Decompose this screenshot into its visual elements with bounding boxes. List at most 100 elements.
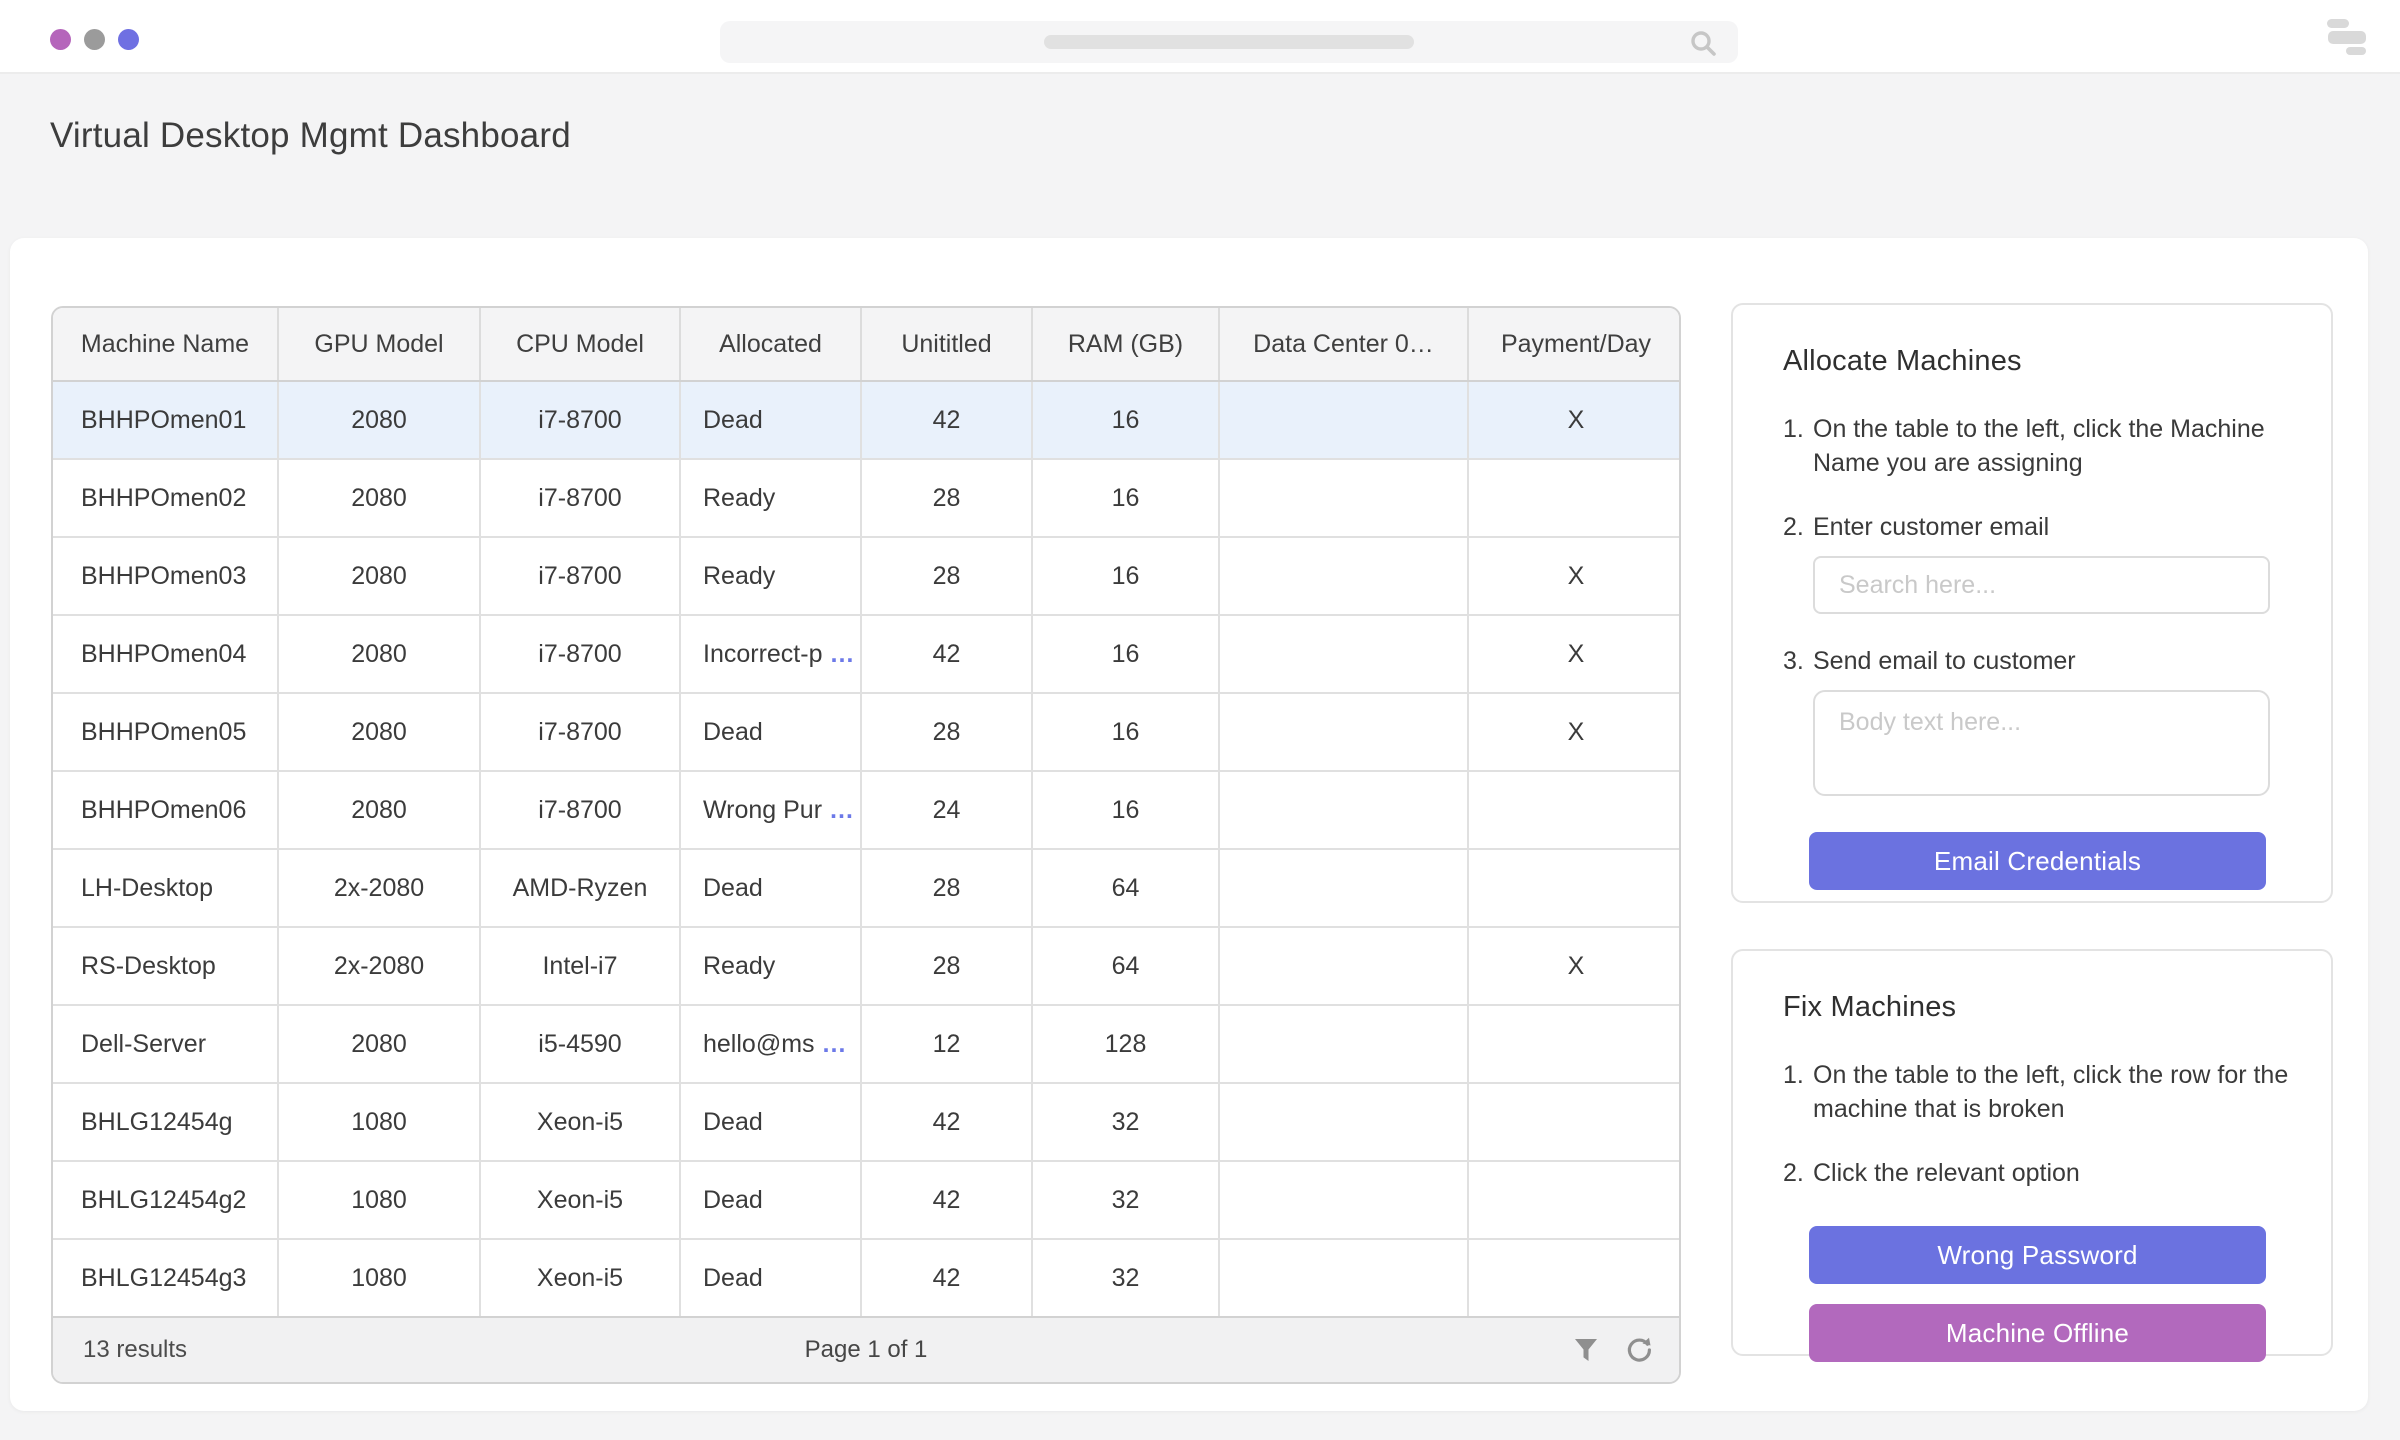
cell-data_center[interactable]	[1219, 1161, 1468, 1239]
table-row[interactable]: BHHPOmen062080i7-8700Wrong Pur…2416	[53, 771, 1681, 849]
cell-unititled[interactable]: 28	[861, 927, 1032, 1005]
table-row[interactable]: BHLG12454g21080Xeon-i5Dead4232	[53, 1161, 1681, 1239]
wrong-password-button[interactable]: Wrong Password	[1809, 1226, 2266, 1284]
cell-allocated[interactable]: Incorrect-p…	[680, 615, 861, 693]
cell-payment[interactable]: X	[1468, 693, 1681, 771]
cell-payment[interactable]: X	[1468, 927, 1681, 1005]
cell-ram[interactable]: 16	[1032, 615, 1219, 693]
filter-icon[interactable]	[1573, 1337, 1599, 1363]
email-body-textarea[interactable]	[1813, 690, 2270, 796]
cell-gpu[interactable]: 1080	[278, 1083, 480, 1161]
cell-data_center[interactable]	[1219, 771, 1468, 849]
cell-data_center[interactable]	[1219, 459, 1468, 537]
cell-data_center[interactable]	[1219, 927, 1468, 1005]
table-row[interactable]: LH-Desktop2x-2080AMD-RyzenDead2864	[53, 849, 1681, 927]
cell-allocated[interactable]: Ready	[680, 537, 861, 615]
table-row[interactable]: BHHPOmen042080i7-8700Incorrect-p…4216 X	[53, 615, 1681, 693]
cell-unititled[interactable]: 28	[861, 693, 1032, 771]
table-row[interactable]: BHHPOmen052080i7-8700Dead2816X	[53, 693, 1681, 771]
cell-gpu[interactable]: 2080	[278, 537, 480, 615]
cell-payment[interactable]	[1468, 1239, 1681, 1316]
refresh-icon[interactable]	[1625, 1336, 1653, 1364]
cell-unititled[interactable]: 42	[861, 1239, 1032, 1316]
cell-cpu[interactable]: Xeon-i5	[480, 1239, 680, 1316]
cell-allocated[interactable]: Dead	[680, 1083, 861, 1161]
cell-unititled[interactable]: 42	[861, 381, 1032, 459]
search-icon[interactable]	[1688, 28, 1718, 58]
cell-ram[interactable]: 128	[1032, 1005, 1219, 1083]
cell-data_center[interactable]	[1219, 1083, 1468, 1161]
cell-unititled[interactable]: 24	[861, 771, 1032, 849]
cell-payment[interactable]: X	[1468, 381, 1681, 459]
cell-payment[interactable]	[1468, 1005, 1681, 1083]
cell-machine[interactable]: BHLG12454g	[53, 1083, 278, 1161]
cell-unititled[interactable]: 12	[861, 1005, 1032, 1083]
cell-ram[interactable]: 16	[1032, 381, 1219, 459]
window-control-dot-1[interactable]	[50, 29, 71, 50]
cell-payment[interactable]: X	[1468, 615, 1681, 693]
cell-cpu[interactable]: Xeon-i5	[480, 1161, 680, 1239]
cell-cpu[interactable]: i7-8700	[480, 537, 680, 615]
table-row[interactable]: BHLG12454g1080Xeon-i5Dead4232	[53, 1083, 1681, 1161]
cell-cpu[interactable]: i7-8700	[480, 771, 680, 849]
cell-allocated[interactable]: Dead	[680, 1239, 861, 1316]
cell-machine[interactable]: Dell-Server	[53, 1005, 278, 1083]
cell-ram[interactable]: 64	[1032, 927, 1219, 1005]
cell-machine[interactable]: LH-Desktop	[53, 849, 278, 927]
cell-machine[interactable]: BHHPOmen04	[53, 615, 278, 693]
cell-cpu[interactable]: AMD-Ryzen	[480, 849, 680, 927]
cell-gpu[interactable]: 1080	[278, 1161, 480, 1239]
window-menu-icon[interactable]	[2327, 19, 2367, 55]
cell-unititled[interactable]: 28	[861, 537, 1032, 615]
cell-unititled[interactable]: 42	[861, 615, 1032, 693]
table-row[interactable]: BHHPOmen032080i7-8700Ready2816X	[53, 537, 1681, 615]
table-row[interactable]: Dell-Server2080i5-4590hello@ms…12128	[53, 1005, 1681, 1083]
cell-ram[interactable]: 16	[1032, 537, 1219, 615]
cell-machine[interactable]: BHHPOmen01	[53, 381, 278, 459]
cell-cpu[interactable]: i7-8700	[480, 381, 680, 459]
cell-payment[interactable]: X	[1468, 537, 1681, 615]
cell-data_center[interactable]	[1219, 537, 1468, 615]
cell-cpu[interactable]: i5-4590	[480, 1005, 680, 1083]
cell-unititled[interactable]: 28	[861, 849, 1032, 927]
table-row[interactable]: BHLG12454g31080Xeon-i5Dead4232	[53, 1239, 1681, 1316]
cell-ram[interactable]: 32	[1032, 1239, 1219, 1316]
cell-ram[interactable]: 16	[1032, 771, 1219, 849]
cell-data_center[interactable]	[1219, 615, 1468, 693]
cell-data_center[interactable]	[1219, 693, 1468, 771]
cell-allocated[interactable]: Dead	[680, 693, 861, 771]
cell-gpu[interactable]: 2080	[278, 1005, 480, 1083]
browser-search-bar[interactable]	[720, 21, 1738, 63]
cell-gpu[interactable]: 2080	[278, 381, 480, 459]
cell-machine[interactable]: BHHPOmen05	[53, 693, 278, 771]
cell-machine[interactable]: BHLG12454g2	[53, 1161, 278, 1239]
cell-payment[interactable]	[1468, 459, 1681, 537]
cell-cpu[interactable]: i7-8700	[480, 615, 680, 693]
cell-machine[interactable]: BHLG12454g3	[53, 1239, 278, 1316]
cell-machine[interactable]: RS-Desktop	[53, 927, 278, 1005]
cell-ram[interactable]: 16	[1032, 693, 1219, 771]
cell-cpu[interactable]: i7-8700	[480, 693, 680, 771]
cell-ram[interactable]: 16	[1032, 459, 1219, 537]
cell-allocated[interactable]: Ready	[680, 459, 861, 537]
window-control-dot-2[interactable]	[84, 29, 105, 50]
cell-allocated[interactable]: hello@ms…	[680, 1005, 861, 1083]
cell-cpu[interactable]: Xeon-i5	[480, 1083, 680, 1161]
cell-gpu[interactable]: 2080	[278, 615, 480, 693]
cell-unititled[interactable]: 42	[861, 1083, 1032, 1161]
cell-data_center[interactable]	[1219, 849, 1468, 927]
window-control-dot-3[interactable]	[118, 29, 139, 50]
cell-gpu[interactable]: 2080	[278, 771, 480, 849]
cell-allocated[interactable]: Dead	[680, 381, 861, 459]
table-row[interactable]: BHHPOmen012080i7-8700Dead4216 X	[53, 381, 1681, 459]
cell-unititled[interactable]: 28	[861, 459, 1032, 537]
cell-unititled[interactable]: 42	[861, 1161, 1032, 1239]
customer-email-input[interactable]	[1813, 556, 2270, 614]
machine-offline-button[interactable]: Machine Offline	[1809, 1304, 2266, 1362]
cell-payment[interactable]	[1468, 771, 1681, 849]
cell-machine[interactable]: BHHPOmen02	[53, 459, 278, 537]
cell-cpu[interactable]: Intel-i7	[480, 927, 680, 1005]
cell-allocated[interactable]: Dead	[680, 1161, 861, 1239]
cell-payment[interactable]	[1468, 849, 1681, 927]
cell-cpu[interactable]: i7-8700	[480, 459, 680, 537]
